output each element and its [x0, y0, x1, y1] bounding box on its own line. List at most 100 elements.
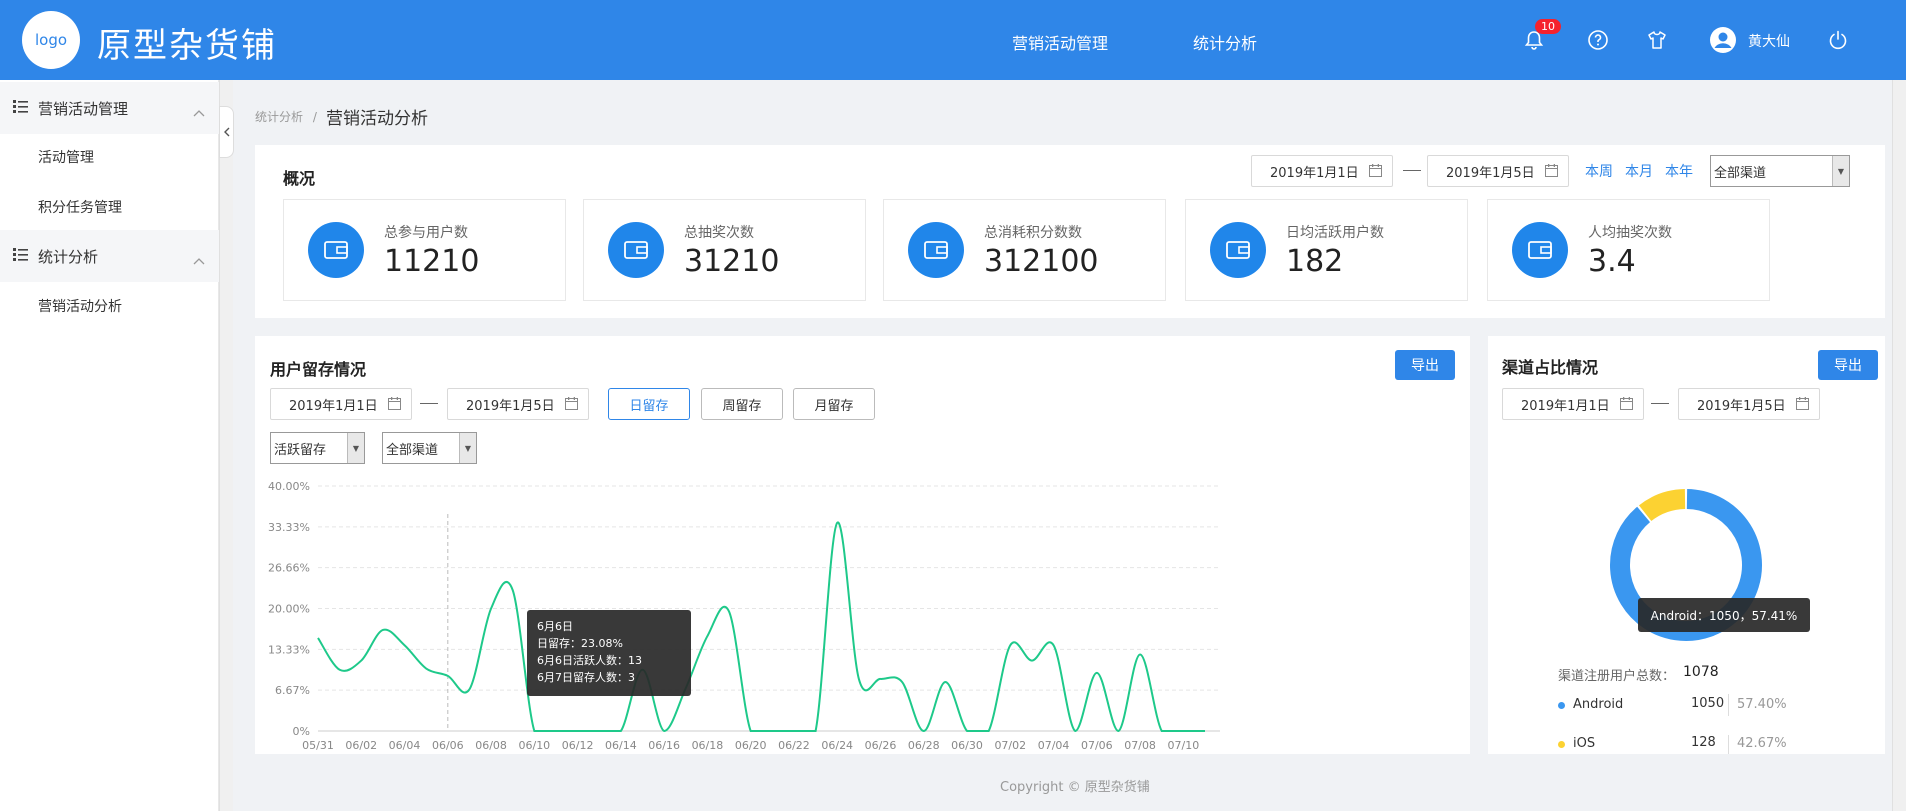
x-tick-label: 07/08 — [1124, 739, 1156, 752]
x-tick-label: 06/04 — [389, 739, 421, 752]
calendar-icon — [1545, 164, 1558, 181]
power-icon[interactable] — [1823, 25, 1853, 55]
footer-copyright: Copyright © 原型杂货铺 — [1000, 780, 1150, 795]
stat-card: 总参与用户数 11210 — [283, 199, 566, 301]
breadcrumb-parent[interactable]: 统计分析 — [255, 110, 303, 124]
sidebar-group-marketing[interactable]: 营销活动管理 — [0, 82, 219, 134]
y-tick-label: 0% — [293, 725, 310, 738]
chevron-up-icon — [193, 102, 205, 121]
topnav-statistics[interactable]: 统计分析 — [1193, 30, 1257, 54]
sidebar-item-activity-manage[interactable]: 活动管理 — [38, 147, 94, 167]
x-tick-label: 06/30 — [951, 739, 983, 752]
quick-range-week[interactable]: 本周 — [1585, 161, 1613, 181]
stat-value: 11210 — [384, 244, 480, 279]
series-line — [317, 521, 1205, 733]
user-name[interactable]: 黄大仙 — [1748, 31, 1790, 51]
wallet-icon — [308, 222, 364, 278]
retention-line-chart: 0% 6.67% 13.33% 20.00% 26.66% 33.33% 40.00% 05… — [268, 480, 1220, 752]
stat-label: 人均抽奖次数 — [1588, 225, 1672, 241]
x-tick-label: 06/28 — [908, 739, 940, 752]
calendar-icon — [1796, 397, 1809, 414]
wallet-icon — [1210, 222, 1266, 278]
sidebar-item-marketing-analysis[interactable]: 营销活动分析 — [38, 296, 122, 316]
top-bar: logo 原型杂货铺 营销活动管理 统计分析 10 黄大仙 — [0, 0, 1906, 80]
stat-value: 312100 — [984, 244, 1099, 279]
logo[interactable]: logo — [22, 11, 80, 69]
legend-divider — [1728, 735, 1729, 754]
legend-percent: 42.67% — [1737, 736, 1787, 751]
stat-label: 总参与用户数 — [384, 225, 468, 241]
x-tick-label: 06/06 — [432, 739, 464, 752]
y-tick-label: 26.66% — [268, 562, 310, 575]
date-value: 2019年1月5日 — [1446, 165, 1535, 181]
sidebar-scrollbar[interactable] — [219, 80, 233, 811]
stat-card: 总消耗积分数数 312100 — [883, 199, 1166, 301]
page-scrollbar[interactable] — [1892, 80, 1906, 811]
channel-export-button[interactable]: 导出 — [1818, 350, 1878, 380]
quick-range-year[interactable]: 本年 — [1665, 161, 1693, 181]
legend-count: 1050 — [1691, 696, 1725, 711]
legend-dot — [1558, 702, 1565, 709]
stat-value: 182 — [1286, 244, 1344, 279]
legend-item: Android 1050 57.40% — [1556, 694, 1856, 718]
tooltip-line: 6月7日留存人数：3 — [537, 671, 635, 684]
legend-divider — [1728, 694, 1729, 716]
notification-badge: 10 — [1535, 19, 1561, 34]
help-icon[interactable] — [1583, 25, 1613, 55]
page-title: 营销活动分析 — [326, 109, 428, 129]
y-tick-label: 33.33% — [268, 521, 310, 534]
calendar-icon — [1369, 164, 1382, 181]
sidebar-group-statistics[interactable]: 统计分析 — [0, 230, 219, 282]
x-tick-label: 06/24 — [821, 739, 853, 752]
chevron-down-icon: ▼ — [1832, 156, 1849, 186]
overview-channel-select[interactable]: 全部渠道 ▼ — [1710, 155, 1850, 187]
date-value: 2019年1月5日 — [1697, 398, 1786, 414]
list-icon — [13, 99, 28, 118]
retention-tooltip: 6月6日 日留存：23.08% 6月6日活跃人数：13 6月7日留存人数：3 — [527, 610, 691, 696]
x-tick-label: 07/06 — [1081, 739, 1113, 752]
legend-name: Android — [1573, 697, 1624, 712]
x-tick-label: 06/22 — [778, 739, 810, 752]
sidebar-item-points-task[interactable]: 积分任务管理 — [38, 197, 122, 217]
legend-item: iOS 128 42.67% — [1556, 735, 1856, 754]
tooltip-line: 日留存：23.08% — [537, 637, 623, 650]
x-tick-label: 06/12 — [562, 739, 594, 752]
x-tick-label: 06/18 — [692, 739, 724, 752]
date-range-dash — [1403, 170, 1421, 171]
date-value: 2019年1月1日 — [1521, 398, 1610, 414]
x-tick-label: 06/16 — [648, 739, 680, 752]
quick-range-month[interactable]: 本月 — [1625, 161, 1653, 181]
legend-count: 128 — [1691, 735, 1716, 750]
topnav-marketing[interactable]: 营销活动管理 — [1012, 30, 1108, 54]
overview-end-date[interactable]: 2019年1月5日 — [1427, 155, 1569, 187]
donut-tooltip: Android：1050，57.41% — [1638, 598, 1810, 632]
breadcrumb-separator: / — [312, 110, 317, 124]
chevron-left-icon — [223, 127, 229, 137]
avatar[interactable] — [1708, 25, 1738, 55]
x-tick-label: 06/14 — [605, 739, 637, 752]
stat-card: 日均活跃用户数 182 — [1185, 199, 1468, 301]
stat-card: 人均抽奖次数 3.4 — [1487, 199, 1770, 301]
channel-end-date[interactable]: 2019年1月5日 — [1678, 388, 1820, 420]
x-tick-label: 06/20 — [735, 739, 767, 752]
stat-label: 总消耗积分数数 — [984, 225, 1082, 241]
channel-total-label: 渠道注册用户总数： — [1558, 669, 1676, 684]
channel-start-date[interactable]: 2019年1月1日 — [1502, 388, 1644, 420]
stat-card: 总抽奖次数 31210 — [583, 199, 866, 301]
collapse-sidebar-button[interactable] — [219, 106, 234, 158]
x-tick-label: 05/31 — [302, 739, 334, 752]
tooltip-title: 6月6日 — [537, 620, 573, 633]
shirt-icon[interactable] — [1642, 25, 1672, 55]
chevron-up-icon — [193, 250, 205, 269]
legend-dot — [1558, 741, 1565, 748]
pie-slice-ios[interactable] — [1638, 489, 1686, 522]
overview-start-date[interactable]: 2019年1月1日 — [1251, 155, 1393, 187]
stat-value: 3.4 — [1588, 244, 1636, 279]
sidebar-group-label: 统计分析 — [38, 248, 99, 266]
sidebar-group-label: 营销活动管理 — [38, 100, 129, 118]
channel-title: 渠道占比情况 — [1502, 358, 1599, 377]
channel-card: 渠道占比情况 导出 2019年1月1日 2019年1月5日 Android：10… — [1488, 336, 1885, 754]
x-tick-label: 07/10 — [1168, 739, 1200, 752]
x-tick-label: 07/02 — [994, 739, 1026, 752]
y-tick-label: 13.33% — [268, 643, 310, 656]
